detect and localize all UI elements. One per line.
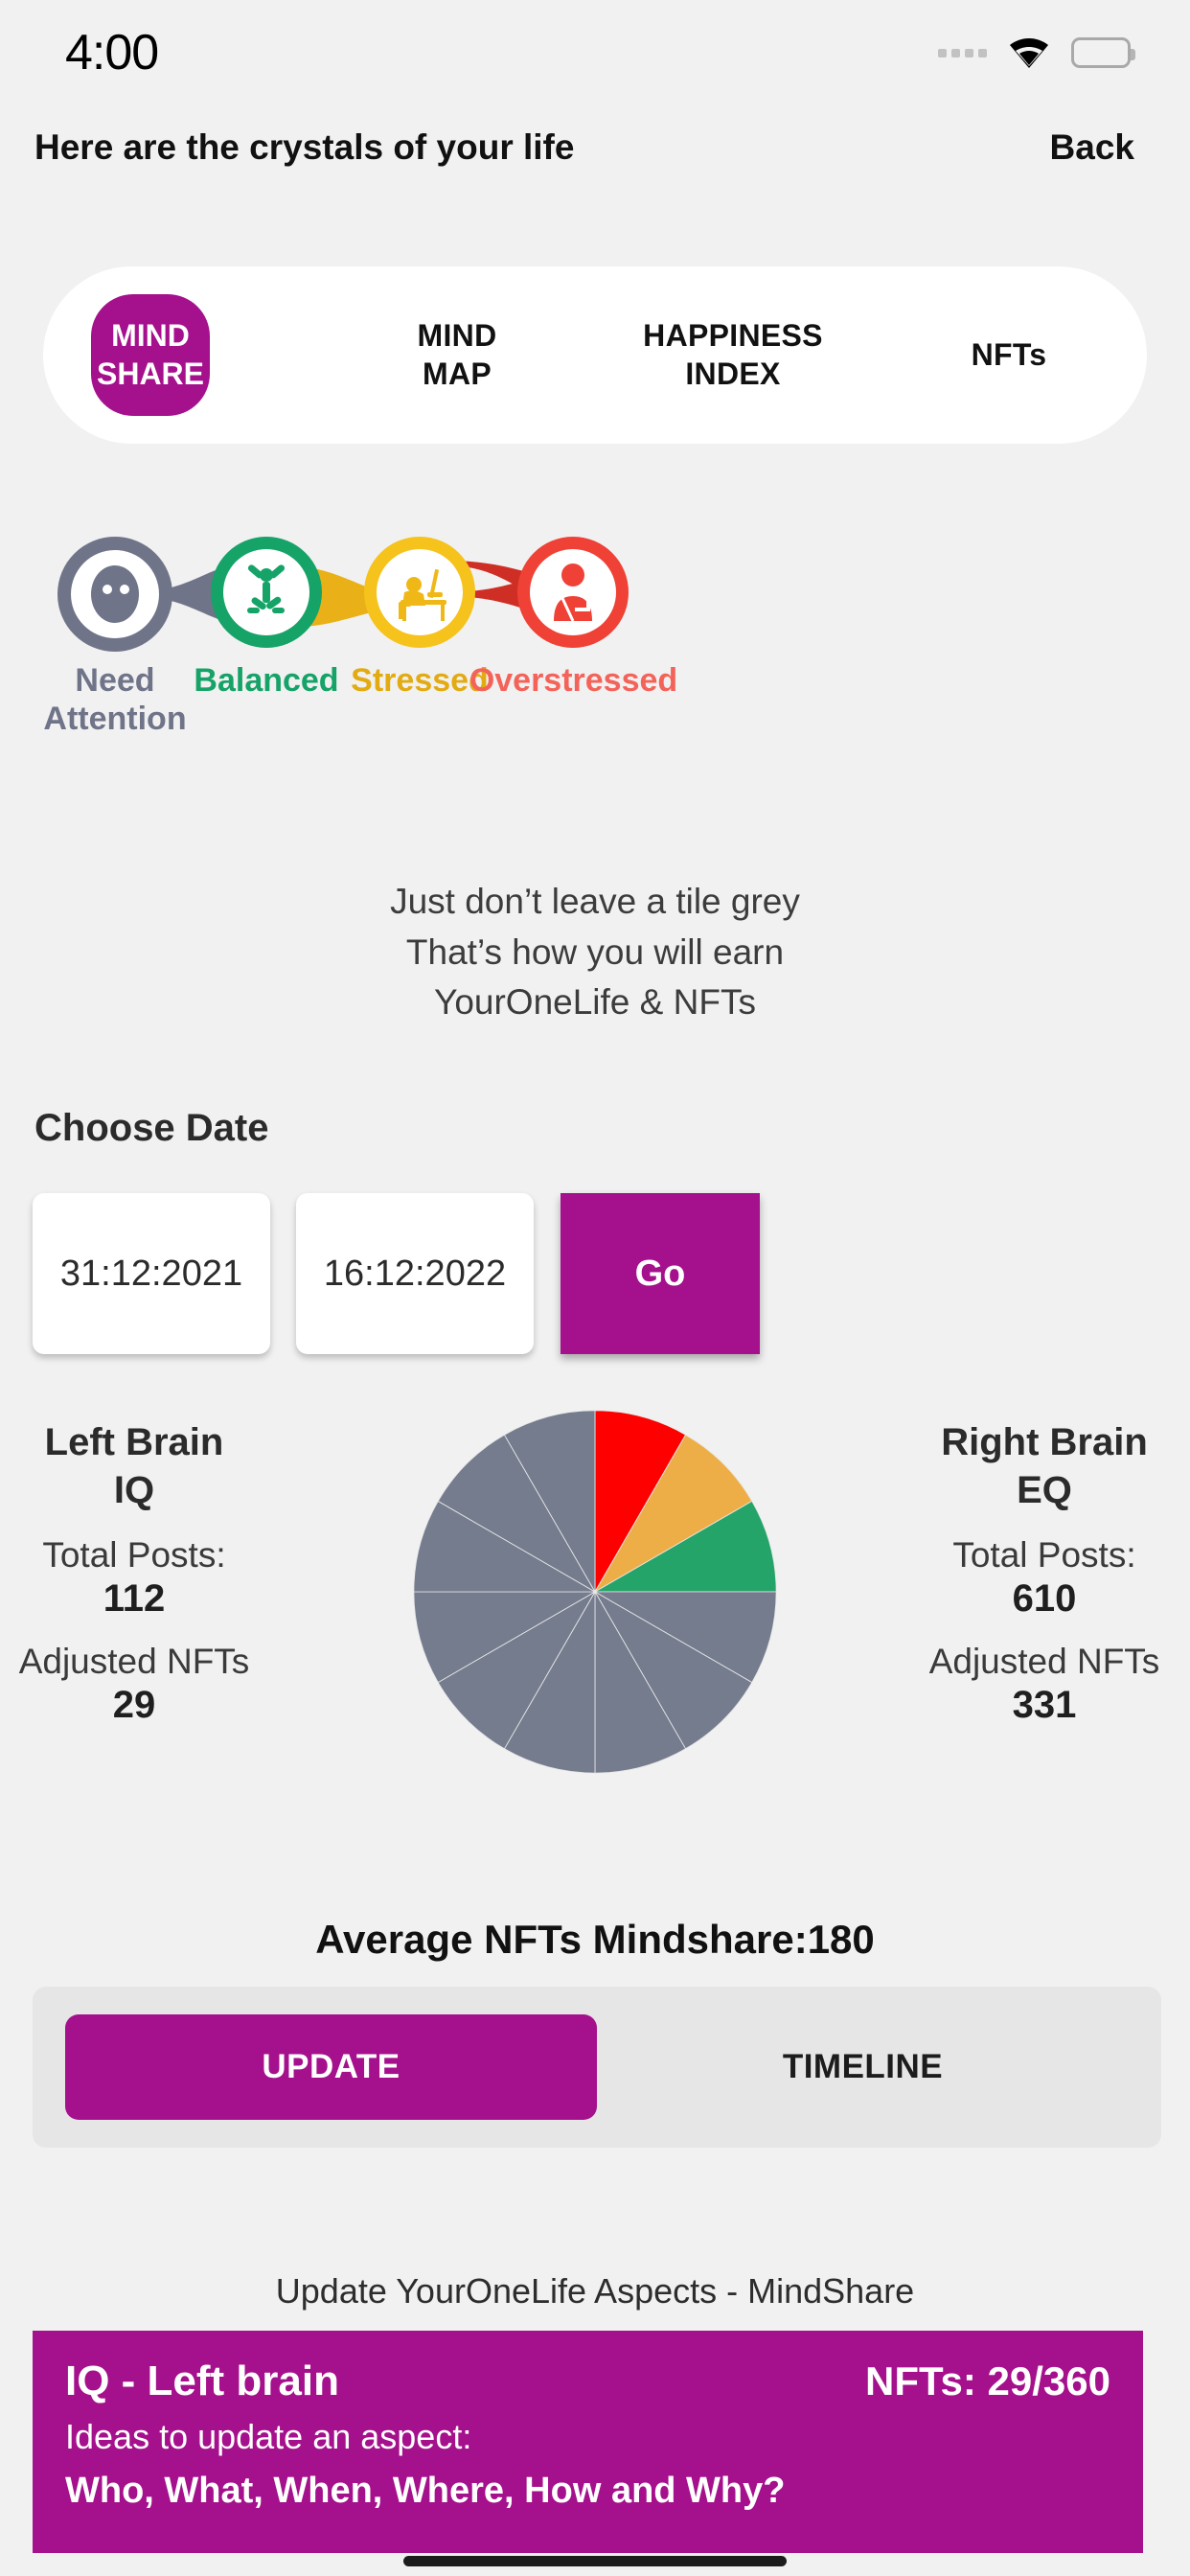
average-nfts-mindshare: Average NFTs Mindshare:180 [315, 1917, 875, 1962]
mood-label-overstressed: Overstressed [469, 662, 678, 699]
segment-timeline[interactable]: TIMELINE [597, 2014, 1129, 2120]
right-adjusted-nfts-value: 331 [1012, 1684, 1077, 1726]
segment-update[interactable]: UPDATE [65, 2014, 597, 2120]
tab-mind-map[interactable]: MIND MAP [319, 266, 595, 444]
right-adjusted-nfts-label: Adjusted NFTs [928, 1642, 1160, 1681]
right-brain-stats: Right Brain EQ Total Posts: 610 Adjusted… [853, 1418, 1190, 1727]
tab-mindmap-line1: MIND [417, 318, 497, 354]
status-bar: 4:00 [0, 0, 1190, 105]
back-button[interactable]: Back [1050, 127, 1134, 168]
status-indicators [938, 36, 1135, 69]
mood-scale: Need Attention Balanced Stressed Overstr… [0, 537, 1190, 824]
end-date-input[interactable]: 16:12:2022 [296, 1193, 534, 1354]
app-screen: 4:00 Here are the crystals of your life … [0, 0, 1190, 2576]
tagline-line-2: That’s how you will earn [405, 932, 785, 972]
wifi-icon [1008, 36, 1050, 69]
tab-mind-share-label[interactable]: MIND SHARE [91, 294, 210, 416]
tagline: Just don’t leave a tile grey That’s how … [0, 877, 1190, 1028]
update-timeline-segmented-control: UPDATE TIMELINE [33, 1987, 1161, 2148]
choose-date-heading: Choose Date [34, 1107, 269, 1149]
update-caption: Update YourOneLife Aspects - MindShare [275, 2271, 915, 2311]
start-date-input[interactable]: 31:12:2021 [33, 1193, 270, 1354]
left-adjusted-nfts-value: 29 [112, 1684, 156, 1726]
tab-happiness-line1: HAPPINESS [643, 318, 823, 354]
right-total-posts-label: Total Posts: [952, 1535, 1136, 1575]
aspect-card-title: IQ - Left brain [65, 2358, 339, 2404]
tab-mindmap-line2: MAP [422, 356, 492, 391]
left-total-posts-label: Total Posts: [42, 1535, 226, 1575]
tagline-line-1: Just don’t leave a tile grey [390, 882, 800, 921]
left-brain-title-line1: Left Brain [44, 1421, 224, 1463]
aspect-card-subtitle: Ideas to update an aspect: [65, 2417, 472, 2456]
left-adjusted-nfts-label: Adjusted NFTs [18, 1642, 250, 1681]
right-total-posts-value: 610 [1012, 1577, 1077, 1620]
left-brain-stats: Left Brain IQ Total Posts: 112 Adjusted … [0, 1418, 326, 1727]
date-range-row: 31:12:2021 16:12:2022 Go [33, 1193, 1161, 1354]
tagline-line-3: YourOneLife & NFTs [434, 982, 756, 1023]
tab-nfts[interactable]: NFTs [871, 266, 1147, 444]
mood-label-need-attention-l2: Attention [43, 701, 187, 738]
aspect-card-nfts: NFTs: 29/360 [865, 2358, 1110, 2404]
aspect-card-header: IQ - Left brain NFTs: 29/360 [65, 2358, 1110, 2405]
mindshare-pie-chart [410, 1407, 780, 1777]
go-button[interactable]: Go [561, 1193, 760, 1354]
aspect-card-question: Who, What, When, Where, How and Why? [65, 2471, 786, 2511]
mood-labels: Need Attention Balanced Stressed Overstr… [0, 661, 1190, 767]
mood-label-need-attention-l1: Need [75, 662, 155, 699]
page-header: Here are the crystals of your life Back [0, 107, 1190, 188]
page-title: Here are the crystals of your life [34, 127, 575, 167]
home-indicator [403, 2556, 787, 2566]
tab-happiness-index[interactable]: HAPPINESS INDEX [595, 266, 871, 444]
tab-happiness-line2: INDEX [685, 356, 781, 391]
tab-bar: MIND SHARE MIND MAP HAPPINESS INDEX NFTs [43, 266, 1147, 444]
tab-mindshare-line1: MIND [111, 318, 190, 354]
signal-dots-icon [938, 48, 987, 58]
pie-chart-svg [413, 1410, 777, 1774]
tab-nfts-label: NFTs [971, 336, 1047, 372]
status-time: 4:00 [65, 25, 159, 80]
left-brain-title-line2: IQ [113, 1469, 155, 1511]
tab-mindshare-line2: SHARE [96, 356, 204, 391]
right-brain-title-line2: EQ [1017, 1469, 1072, 1511]
left-total-posts-value: 112 [103, 1577, 166, 1620]
right-brain-title-line1: Right Brain [941, 1421, 1148, 1463]
battery-full-icon [1071, 37, 1135, 68]
aspect-card[interactable]: IQ - Left brain NFTs: 29/360 Ideas to up… [33, 2331, 1143, 2553]
